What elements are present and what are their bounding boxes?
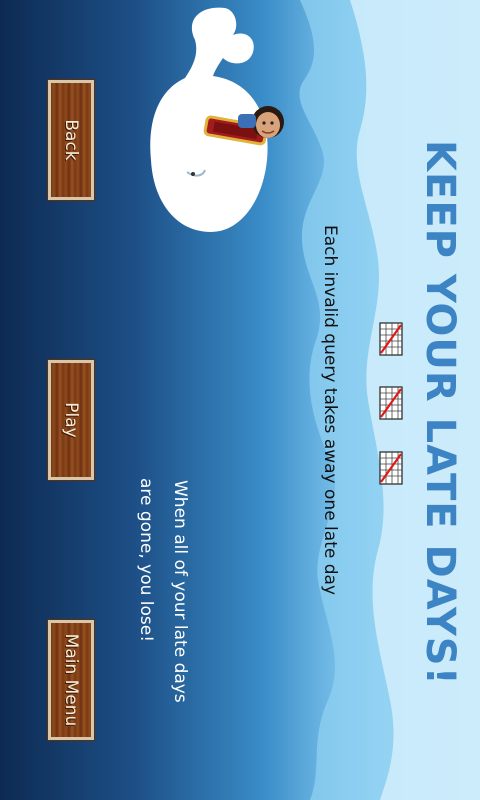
warning-text-line-1: When all of your late days: [170, 480, 190, 703]
back-button-label: Back: [61, 119, 81, 161]
calendar-icon: [379, 322, 403, 356]
game-screen: KEEP YOUR LATE DAYS! Each invalid query …: [0, 0, 480, 800]
page-title: KEEP YOUR LATE DAYS!: [417, 140, 463, 686]
main-menu-button-label: Main Menu: [61, 633, 81, 727]
main-menu-button[interactable]: Main Menu: [47, 619, 95, 741]
flying-carpet-rider: [203, 106, 284, 146]
warning-text-line-2: are gone, you lose!: [136, 478, 156, 643]
play-button[interactable]: Play: [47, 359, 95, 481]
calendar-icon: [379, 451, 403, 485]
back-button[interactable]: Back: [47, 79, 95, 201]
instruction-text: Each invalid query takes away one late d…: [320, 225, 340, 595]
calendar-icon: [379, 386, 403, 420]
play-button-label: Play: [61, 402, 81, 438]
